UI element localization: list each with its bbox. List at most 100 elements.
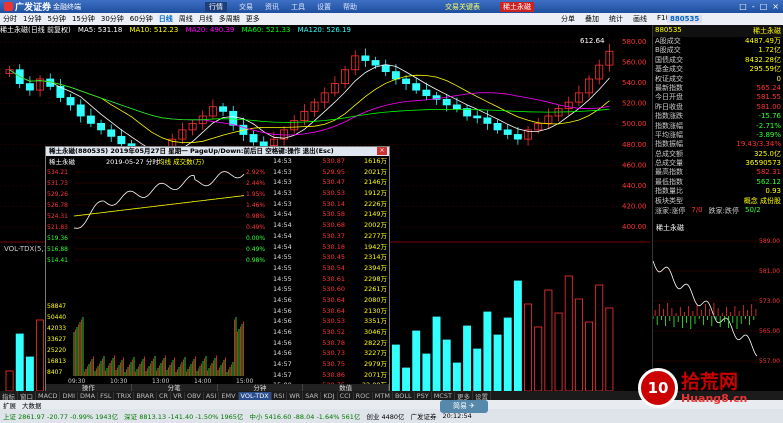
toolbar-overlay[interactable]: 叠加	[582, 14, 602, 24]
indicator-tab[interactable]: VR	[171, 391, 186, 400]
watermark-badge: 10	[638, 368, 678, 408]
indicator-tab[interactable]: VOL-TDX	[238, 391, 272, 400]
indicator-tab[interactable]: EMV	[219, 391, 239, 400]
indicator-tab[interactable]: DMI	[60, 391, 79, 400]
brand-logo: 广发证券 金融终端	[0, 0, 85, 13]
tick-time: 14:53	[273, 157, 292, 165]
indicator-tab[interactable]: ROC	[354, 391, 373, 400]
intraday-chart[interactable]: 稀土永磁 2019-05-27 分时 均线 成交数(万) 534.21 2.92%…	[46, 156, 273, 384]
volume-bar	[402, 367, 411, 391]
brand-mark-icon	[4, 2, 13, 11]
ma10-line	[9, 69, 610, 143]
volume-bar	[15, 333, 24, 391]
quote-row: 指数量比 0.93	[653, 187, 783, 196]
tick-time: 14:55	[273, 263, 292, 272]
tab-tools[interactable]: 工具	[291, 2, 305, 12]
stock-badge[interactable]: 稀土永磁	[500, 1, 534, 12]
tick-time: 14:53	[273, 178, 292, 187]
indicator-tab[interactable]: BRAR	[134, 391, 157, 400]
indicator-tab[interactable]: OBV	[185, 391, 204, 400]
indicator-tab[interactable]: 更多	[455, 390, 473, 401]
intraday-name: 稀土永磁	[49, 157, 76, 166]
intraday-pct-label: 2.92%	[246, 169, 265, 176]
toolbar-split[interactable]: 分单	[558, 14, 578, 24]
close-icon[interactable]: ×	[772, 2, 779, 11]
tab-trade[interactable]: 交易	[239, 2, 253, 12]
period-month[interactable]: 月线	[196, 14, 216, 24]
indicator-tab[interactable]: WR	[287, 391, 304, 400]
candle-body	[503, 129, 512, 135]
simple-mode-button[interactable]: 简易 ✈	[440, 400, 488, 413]
indicator-tab[interactable]: CCI	[338, 391, 354, 400]
quote-row-label: 昨日收盘	[655, 102, 683, 111]
indicator-tab[interactable]: KDJ	[321, 391, 338, 400]
tab-news[interactable]: 资讯	[265, 2, 279, 12]
tab-help[interactable]: 帮助	[343, 2, 357, 12]
indicator-tab[interactable]: CR	[157, 391, 172, 400]
history-intraday-dialog[interactable]: 稀土永磁(880535) 2019年05月27日 星期一 PageUp/Down…	[45, 146, 390, 411]
volume-bar	[605, 307, 614, 391]
candle-body	[381, 64, 390, 72]
alert-text[interactable]: 交易关键表	[445, 2, 480, 12]
period-multi[interactable]: 多周期	[216, 14, 243, 24]
mini-price-label: 565.00	[759, 328, 780, 335]
quote-rows: A股成交 4487.49万 B股成交 1.72亿 国债成交 8432.28亿 基金成交 295…	[653, 37, 783, 206]
tick-time: 14:55	[273, 274, 292, 283]
tab-quotes[interactable]: 行情	[205, 1, 228, 12]
volume-bar	[585, 321, 594, 391]
period-1min[interactable]: 1分钟	[20, 14, 44, 24]
period-more[interactable]: 更多	[243, 14, 263, 24]
tick-price: 530.73	[322, 349, 345, 358]
indicator-tab[interactable]: PSY	[415, 391, 432, 400]
period-fenshi[interactable]: 分时	[0, 14, 20, 24]
quote-row-label: 指数振幅	[655, 140, 683, 149]
period-60min[interactable]: 60分钟	[127, 14, 156, 24]
status-item: 深证 8813.13 -141.40 -1.50% 1965亿	[124, 413, 244, 421]
tab-settings[interactable]: 设置	[317, 2, 331, 12]
tick-row: 14:57 530.86 2071万	[273, 370, 390, 381]
quote-row: 权证成交 0	[653, 75, 783, 84]
volume-bar	[483, 311, 492, 391]
intraday-price-label: 534.21	[47, 169, 68, 176]
tick-row: 14:53 530.87 1616万	[273, 156, 390, 167]
maximize-icon[interactable]: □	[760, 2, 768, 11]
period-15min[interactable]: 15分钟	[69, 14, 98, 24]
bigdata-tab[interactable]: 大数据	[19, 400, 45, 410]
dialog-close-icon[interactable]: ×	[377, 147, 387, 155]
minimize-icon[interactable]: -	[752, 2, 755, 11]
watermark-title: 拾荒网	[681, 370, 739, 393]
quote-row-label: 总成交额	[655, 149, 683, 158]
tick-price: 530.58	[322, 210, 345, 219]
indicator-tab[interactable]: BOLL	[393, 391, 415, 400]
mini-intraday-chart[interactable]: 稀土永磁 589.00 581.00 573.00 565.00 557.00	[653, 221, 783, 391]
period-day[interactable]: 日线	[156, 14, 176, 24]
indicator-tab[interactable]: DMA	[78, 391, 99, 400]
quote-row-value: 582.31	[756, 168, 782, 177]
quote-row: A股成交 4487.49万	[653, 37, 783, 46]
quote-row-value: 562.12	[756, 177, 782, 186]
tick-time: 14:54	[273, 210, 292, 219]
period-5min[interactable]: 5分钟	[44, 14, 68, 24]
ext-tab[interactable]: 扩展	[0, 400, 19, 410]
volume-bar	[442, 339, 451, 391]
quote-row-value: 565.24	[756, 83, 782, 92]
indicator-tab[interactable]: MACD	[36, 391, 61, 400]
period-week[interactable]: 周线	[176, 14, 196, 24]
ma-info-line: 稀土永磁(日线 前复权) MA5: 531.18 MA10: 512.23 MA…	[0, 25, 650, 34]
tick-price: 530.54	[322, 263, 345, 272]
indicator-tab[interactable]: TRIX	[114, 391, 135, 400]
indicator-tab[interactable]: RSI	[272, 391, 288, 400]
indicator-tab[interactable]: SAR	[303, 391, 322, 400]
candle-body	[391, 71, 400, 80]
period-30min[interactable]: 30分钟	[98, 14, 127, 24]
toolbar-draw[interactable]: 画线	[630, 14, 650, 24]
indicator-tab[interactable]: MTM	[373, 391, 393, 400]
tick-table[interactable]: 14:53 530.87 1616万 14:53 529.95 2021万 14:53 530…	[273, 156, 390, 411]
indicator-tab[interactable]: ASI	[204, 391, 220, 400]
indicator-tab[interactable]: MCST	[432, 391, 455, 400]
restore-icon[interactable]: □	[739, 2, 747, 11]
toolbar-stats[interactable]: 统计	[606, 14, 626, 24]
indicator-tab[interactable]: FSL	[98, 391, 115, 400]
down-label: 跌家:跌停	[708, 207, 739, 216]
indicator-tab[interactable]: 设置	[473, 390, 491, 401]
